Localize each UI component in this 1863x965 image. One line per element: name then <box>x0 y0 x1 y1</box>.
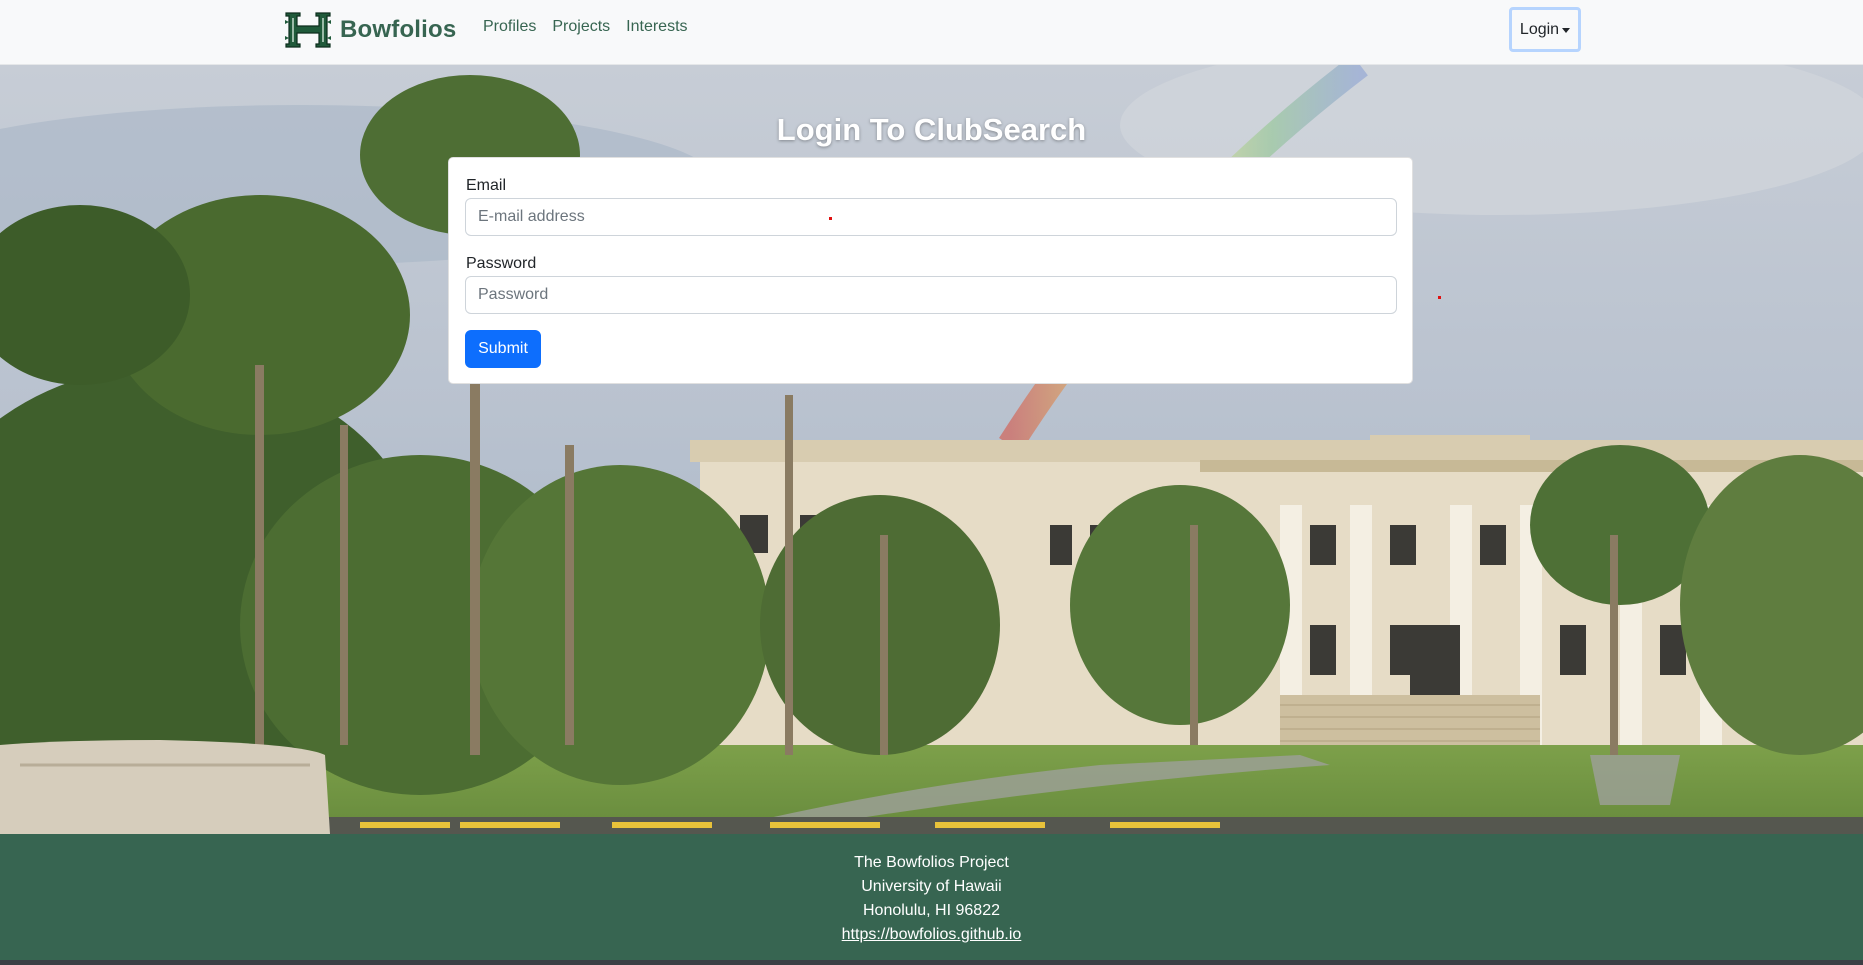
submit-button[interactable]: Submit <box>465 330 541 368</box>
brand-name: Bowfolios <box>340 16 457 43</box>
email-label: Email <box>466 177 507 194</box>
login-label: Login <box>1519 20 1560 38</box>
nav-link-profiles[interactable]: Profiles <box>483 18 536 36</box>
email-field[interactable] <box>465 198 1397 236</box>
caret-down-icon <box>1562 28 1571 33</box>
nav-link-projects[interactable]: Projects <box>552 18 610 36</box>
hawaii-h-logo-icon <box>285 12 331 48</box>
cursor-marker <box>1438 296 1441 299</box>
cursor-marker <box>829 217 832 220</box>
footer-address: Honolulu, HI 96822 <box>863 902 1000 919</box>
footer-project-name: The Bowfolios Project <box>854 854 1009 871</box>
footer-university: University of Hawaii <box>861 878 1002 895</box>
brand-link[interactable]: Bowfolios <box>284 10 456 50</box>
footer-bottom-bar <box>0 960 1863 965</box>
login-form-card: Email Password Submit <box>448 157 1413 384</box>
password-field[interactable] <box>465 276 1397 314</box>
page-title: Login To ClubSearch <box>776 112 1087 147</box>
top-navbar: Bowfolios Profiles Projects Interests Lo… <box>0 0 1863 65</box>
nav-link-interests[interactable]: Interests <box>626 18 687 36</box>
footer-website-link[interactable]: https://bowfolios.github.io <box>842 926 1022 943</box>
password-label: Password <box>466 255 537 272</box>
footer: The Bowfolios Project University of Hawa… <box>0 834 1863 965</box>
nav-links: Profiles Projects Interests <box>483 18 688 36</box>
login-dropdown-button[interactable]: Login <box>1509 7 1581 52</box>
